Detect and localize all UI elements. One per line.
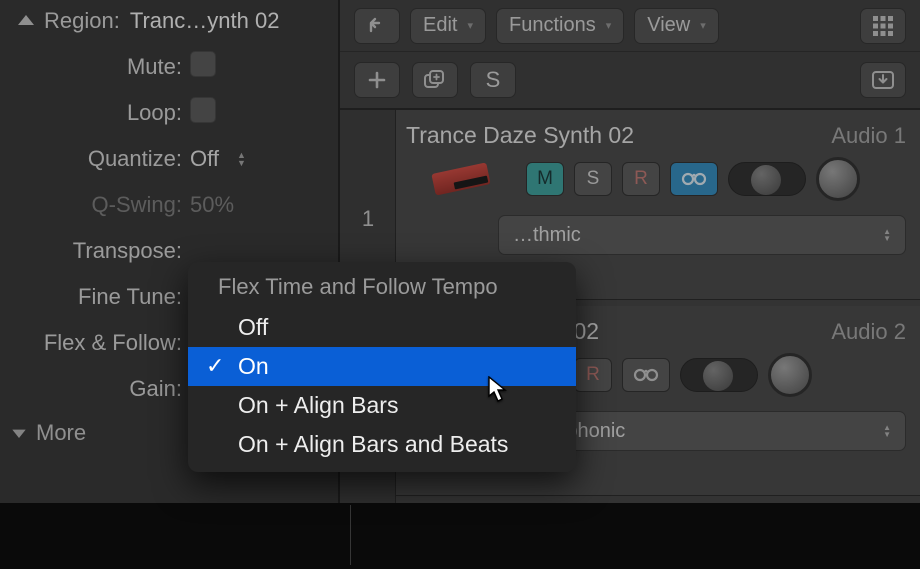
flex-button[interactable] [622, 358, 670, 392]
track-index: 1 [340, 206, 396, 232]
duplicate-button[interactable] [412, 62, 458, 98]
mute-label: Mute: [0, 54, 190, 80]
gain-label: Gain: [0, 376, 190, 402]
track-on-off-toggle[interactable] [680, 358, 758, 392]
back-up-button[interactable] [354, 8, 400, 44]
track-channel: Audio 1 [831, 123, 906, 149]
editor-toolbar: Edit ▾ Functions ▾ View ▾ [340, 0, 920, 52]
solo-letter: S [587, 168, 600, 190]
track-name: Trance Daze Synth 02 [406, 122, 634, 149]
solo-label: S [486, 67, 501, 93]
editor-subtoolbar: S [340, 52, 920, 110]
view-menu[interactable]: View ▾ [634, 8, 719, 44]
keyboard-icon [431, 162, 490, 195]
transpose-label: Transpose: [0, 238, 190, 264]
stepper-icon: ▲▼ [883, 424, 891, 438]
record-enable-button[interactable]: R [622, 162, 660, 196]
qswing-row: Q-Swing: 50% [0, 182, 338, 228]
chevron-down-icon [18, 15, 34, 27]
solo-button[interactable]: S [574, 162, 612, 196]
plus-icon [368, 71, 386, 89]
flex-algorithm-value: …thmic [513, 224, 581, 247]
stepper-icon: ▲▼ [883, 228, 891, 242]
region-label: Region: [44, 8, 120, 34]
qswing-label: Q-Swing: [0, 192, 190, 218]
loop-label: Loop: [0, 100, 190, 126]
grid-icon [872, 15, 894, 37]
qswing-value[interactable]: 50% [190, 192, 234, 218]
view-label: View [647, 14, 690, 37]
loop-checkbox[interactable] [190, 97, 216, 123]
quantize-label: Quantize: [0, 146, 190, 172]
flex-icon [680, 170, 708, 188]
add-button[interactable] [354, 62, 400, 98]
flex-button[interactable] [670, 162, 718, 196]
edit-label: Edit [423, 14, 457, 37]
flexfollow-label: Flex & Follow: [0, 330, 190, 356]
functions-menu[interactable]: Functions ▾ [496, 8, 624, 44]
edit-menu[interactable]: Edit ▾ [410, 8, 486, 44]
popup-option-off[interactable]: Off [188, 308, 576, 347]
pan-knob[interactable] [768, 353, 812, 397]
arrow-up-icon [367, 17, 387, 35]
popup-option-align-bars[interactable]: On + Align Bars [188, 386, 576, 425]
record-letter: R [586, 364, 600, 386]
record-enable-button[interactable]: R [574, 358, 612, 392]
quantize-value-text: Off [190, 146, 219, 172]
chevron-down-icon: ▾ [467, 19, 473, 32]
track-instrument-icon [406, 168, 516, 190]
mute-button[interactable]: M [526, 162, 564, 196]
callout-line [350, 505, 352, 565]
flex-icon [632, 366, 660, 384]
inspector-header[interactable]: Region: Tranc…ynth 02 [0, 0, 338, 44]
popup-option-align-bars-beats[interactable]: On + Align Bars and Beats [188, 425, 576, 464]
quantize-value[interactable]: Off ▲▼ [190, 146, 246, 172]
record-letter: R [634, 168, 648, 190]
duplicate-plus-icon [424, 70, 446, 90]
solo-toggle[interactable]: S [470, 62, 516, 98]
flex-follow-popup: Flex Time and Follow Tempo Off On On + A… [188, 262, 576, 472]
region-name: Tranc…ynth 02 [130, 8, 280, 34]
chevron-down-icon: ▾ [606, 19, 612, 32]
popup-option-on[interactable]: On [188, 347, 576, 386]
loop-row: Loop: [0, 90, 338, 136]
mute-checkbox[interactable] [190, 51, 216, 77]
stepper-icon: ▲▼ [237, 151, 246, 167]
import-icon [871, 70, 895, 90]
import-button[interactable] [860, 62, 906, 98]
quantize-row: Quantize: Off ▲▼ [0, 136, 338, 182]
chevron-down-icon [12, 428, 26, 438]
more-label: More [36, 420, 86, 446]
flex-algorithm-select[interactable]: …thmic ▲▼ [498, 215, 906, 255]
track-on-off-toggle[interactable] [728, 162, 806, 196]
pan-knob[interactable] [816, 157, 860, 201]
finetune-label: Fine Tune: [0, 284, 190, 310]
mouse-cursor [487, 376, 509, 404]
popup-title: Flex Time and Follow Tempo [188, 270, 576, 308]
mute-letter: M [537, 168, 553, 190]
chevron-down-icon: ▾ [700, 19, 706, 32]
mute-row: Mute: [0, 44, 338, 90]
track-channel: Audio 2 [831, 319, 906, 345]
functions-label: Functions [509, 14, 596, 37]
grid-view-button[interactable] [860, 8, 906, 44]
